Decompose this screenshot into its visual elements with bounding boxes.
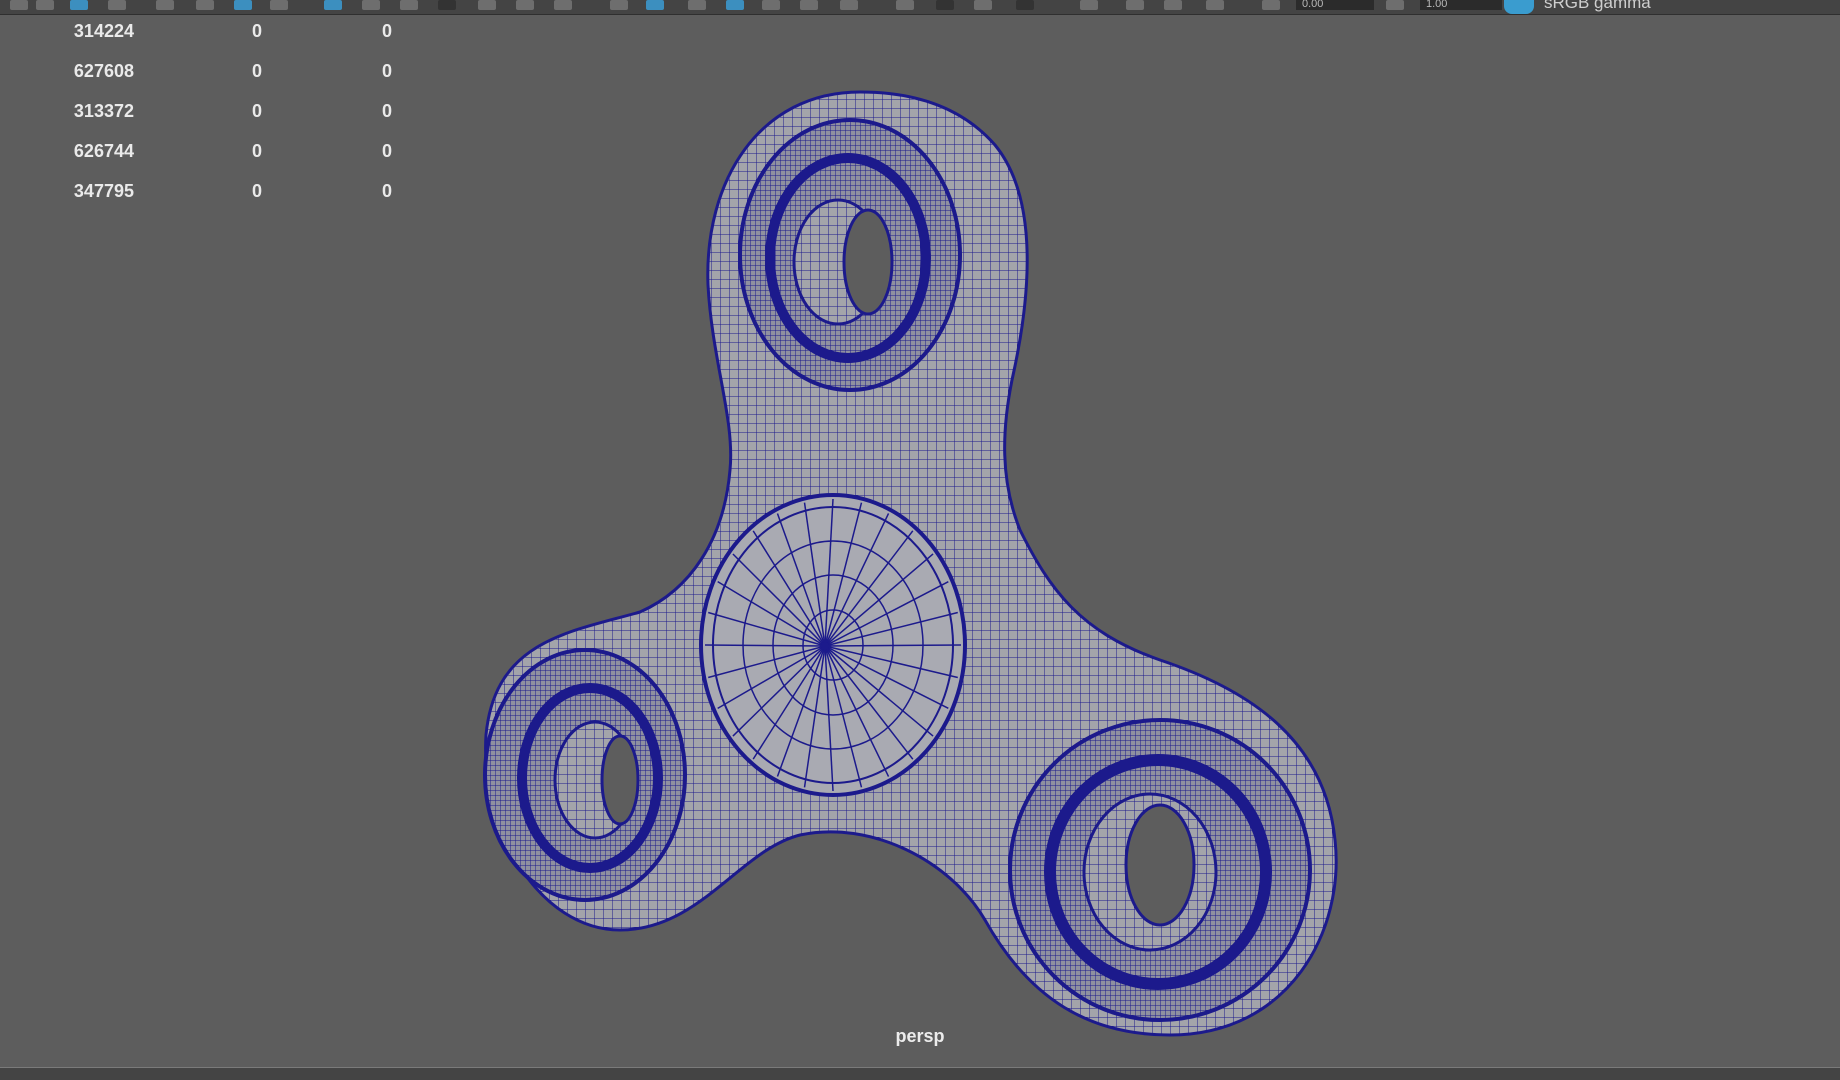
xray-joints-icon[interactable] xyxy=(1164,0,1182,10)
select-tool-icon[interactable] xyxy=(10,0,28,10)
anti-aliasing-icon[interactable] xyxy=(974,0,992,10)
snap-curve-icon[interactable] xyxy=(196,0,214,10)
use-all-lights-icon[interactable] xyxy=(800,0,818,10)
exposure-field[interactable]: 0.00 xyxy=(1296,0,1374,10)
grid-toggle-icon[interactable] xyxy=(324,0,342,10)
bearing-hole-left xyxy=(600,734,640,826)
lasso-tool-icon[interactable] xyxy=(36,0,54,10)
isolate-select-icon[interactable] xyxy=(1080,0,1098,10)
textured-icon[interactable] xyxy=(762,0,780,10)
snap-point-icon[interactable] xyxy=(234,0,252,10)
motion-blur-icon[interactable] xyxy=(936,0,954,10)
gate-mask-icon[interactable] xyxy=(438,0,456,10)
viewport-persp[interactable] xyxy=(0,14,1840,1064)
camera-label: persp xyxy=(895,1026,945,1046)
film-gate-icon[interactable] xyxy=(362,0,380,10)
color-space-dropdown[interactable]: sRGB gamma xyxy=(1544,0,1651,12)
bearing-hole-right xyxy=(1124,803,1196,927)
wireframe-on-shaded-icon[interactable] xyxy=(726,0,744,10)
bearing-hole-top xyxy=(842,208,894,316)
field-chart-icon[interactable] xyxy=(478,0,496,10)
safe-action-icon[interactable] xyxy=(516,0,534,10)
move-tool-icon[interactable] xyxy=(108,0,126,10)
shadows-icon[interactable] xyxy=(840,0,858,10)
safe-title-icon[interactable] xyxy=(554,0,572,10)
wireframe-icon[interactable] xyxy=(610,0,628,10)
color-management-icon[interactable] xyxy=(1504,0,1534,14)
center-cap[interactable] xyxy=(699,493,967,797)
fidget-spinner-mesh[interactable] xyxy=(483,90,1338,1037)
gamma-field[interactable]: 1.00 xyxy=(1420,0,1502,10)
exposure-icon[interactable] xyxy=(1262,0,1280,10)
gamma-icon[interactable] xyxy=(1386,0,1404,10)
xray-icon[interactable] xyxy=(1126,0,1144,10)
snap-grid-icon[interactable] xyxy=(156,0,174,10)
paint-select-icon[interactable] xyxy=(70,0,88,10)
status-toolbar: 0.00 1.00 sRGB gamma xyxy=(0,0,1840,15)
viewport-bottom-border xyxy=(0,1067,1840,1080)
smooth-shade-icon[interactable] xyxy=(646,0,664,10)
depth-of-field-icon[interactable] xyxy=(1016,0,1034,10)
snap-view-icon[interactable] xyxy=(270,0,288,10)
use-default-material-icon[interactable] xyxy=(688,0,706,10)
resolution-gate-icon[interactable] xyxy=(400,0,418,10)
screen-space-ao-icon[interactable] xyxy=(896,0,914,10)
camera-attributes-icon[interactable] xyxy=(1206,0,1224,10)
